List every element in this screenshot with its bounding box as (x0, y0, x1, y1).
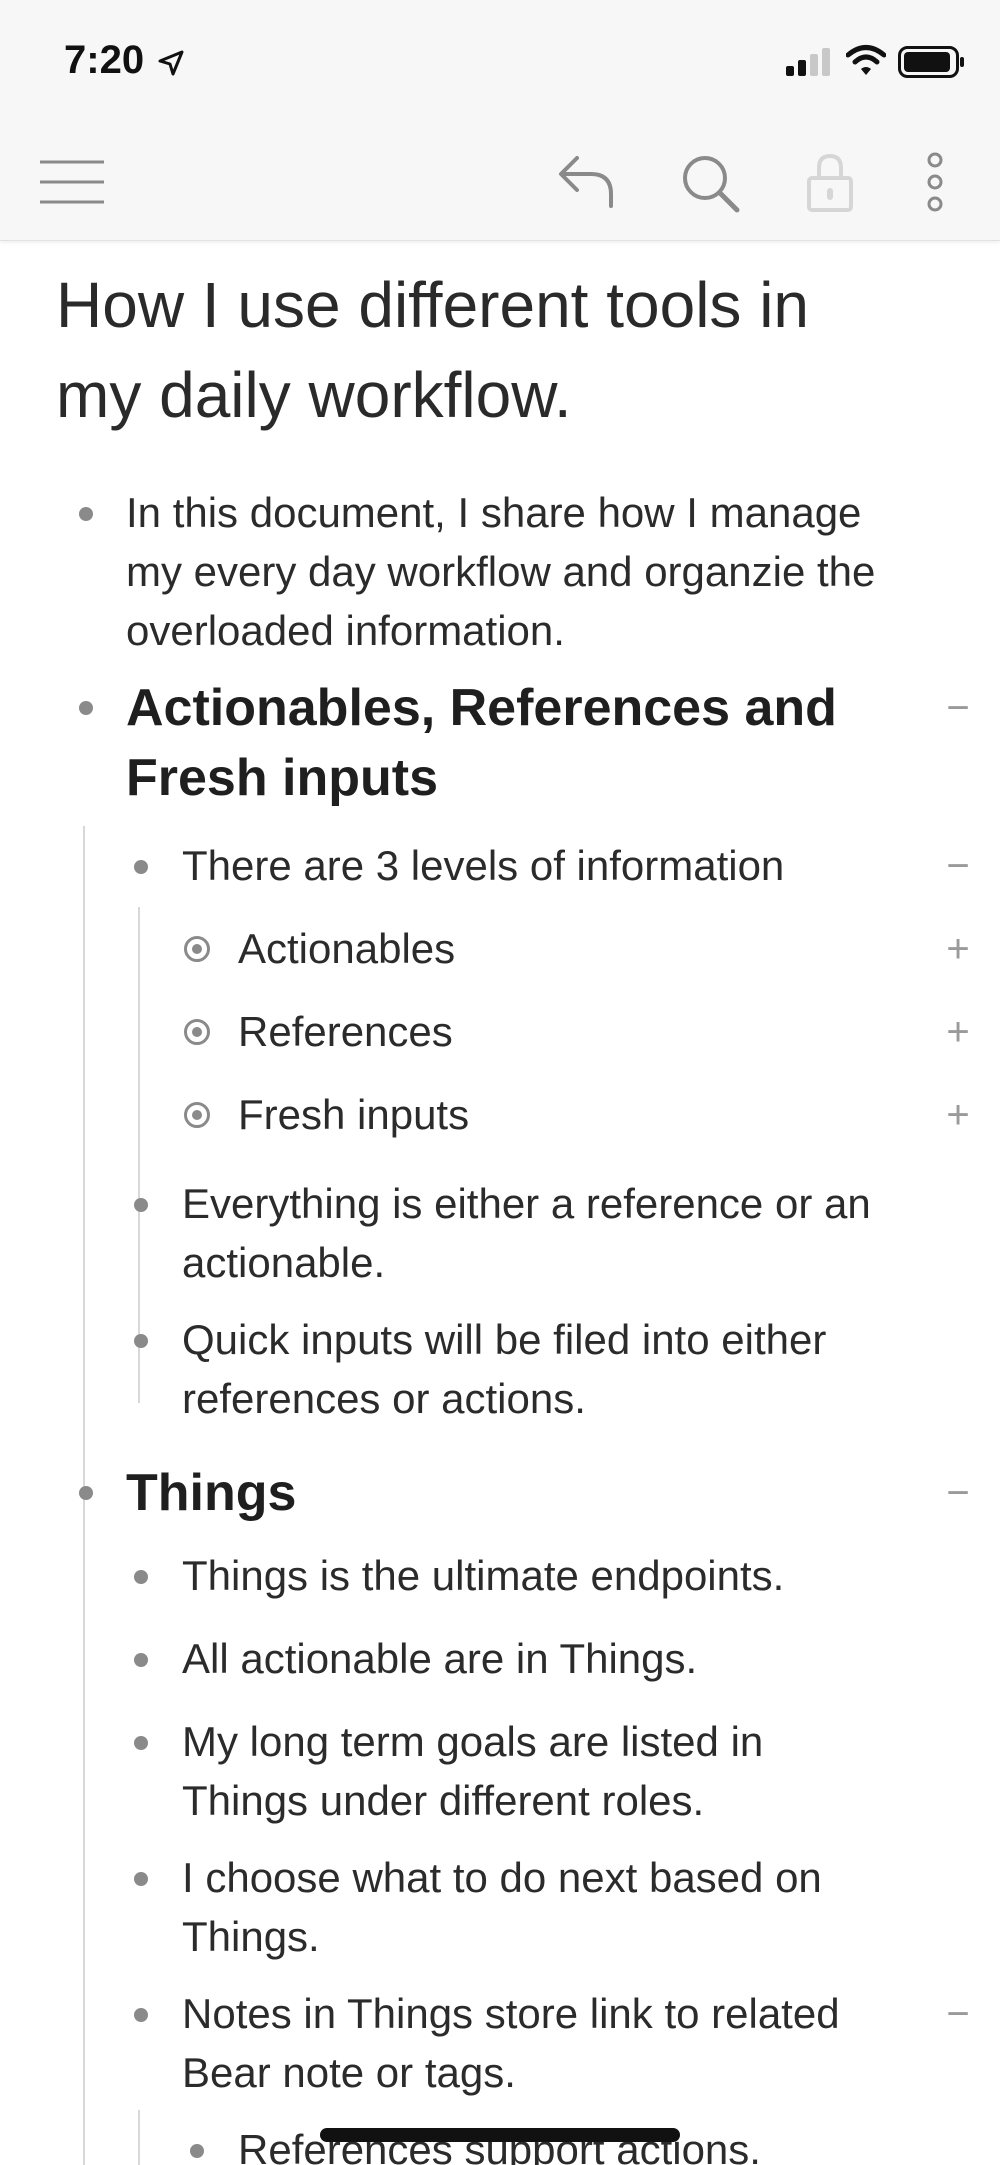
note-title[interactable]: How I use different tools in my daily wo… (56, 260, 876, 440)
collapsed-bullet-icon[interactable] (184, 1102, 210, 1128)
home-indicator[interactable] (320, 2128, 680, 2142)
expand-toggle[interactable]: + (938, 1095, 978, 1135)
expand-toggle[interactable]: + (938, 1012, 978, 1052)
list-item-text[interactable]: Notes in Things store link to related Be… (182, 1984, 922, 2102)
bullet-icon (134, 1872, 148, 1886)
bullet-icon (134, 1653, 148, 1667)
status-time: 7:20 (64, 38, 145, 82)
bullet-icon (134, 1198, 148, 1212)
undo-icon[interactable] (553, 150, 623, 214)
list-item-text[interactable]: Quick inputs will be filed into either r… (182, 1310, 922, 1428)
list-item-text[interactable]: All actionable are in Things. (182, 1629, 922, 1688)
indent-guide (138, 2110, 140, 2165)
list-item-text[interactable]: Fresh inputs (238, 1085, 838, 1144)
collapsed-bullet-icon[interactable] (184, 936, 210, 962)
collapse-toggle[interactable]: − (938, 1994, 978, 2034)
bullet-icon (79, 507, 93, 521)
list-item-text[interactable]: I choose what to do next based on Things… (182, 1848, 882, 1966)
bullet-icon (190, 2144, 204, 2158)
search-icon[interactable] (675, 150, 745, 214)
expand-toggle[interactable]: + (938, 929, 978, 969)
list-item-text[interactable]: Everything is either a reference or an a… (182, 1174, 922, 1292)
list-item-text[interactable]: There are 3 levels of information (182, 836, 902, 895)
bullet-icon (134, 1736, 148, 1750)
bullet-icon (79, 1486, 93, 1500)
cellular-signal-icon (786, 48, 830, 76)
lock-icon[interactable] (795, 150, 865, 214)
indent-guide (83, 1537, 85, 2165)
bullet-icon (134, 1334, 148, 1348)
collapse-toggle[interactable]: − (938, 1473, 978, 1513)
section-heading[interactable]: Actionables, References and Fresh inputs (126, 673, 886, 813)
collapse-toggle[interactable]: − (938, 688, 978, 728)
list-item-text[interactable]: My long term goals are listed in Things … (182, 1712, 882, 1830)
indent-guide (138, 907, 140, 1403)
list-item-text[interactable]: References (238, 1002, 838, 1061)
list-item-text[interactable]: In this document, I share how I manage m… (126, 483, 926, 660)
bullet-icon (134, 860, 148, 874)
note-editor[interactable]: How I use different tools in my daily wo… (0, 240, 1000, 2165)
collapsed-bullet-icon[interactable] (184, 1019, 210, 1045)
battery-icon (898, 46, 964, 78)
wifi-icon (846, 45, 886, 75)
list-item-text[interactable]: Things is the ultimate endpoints. (182, 1546, 922, 1605)
list-item-text[interactable]: Actionables (238, 919, 838, 978)
location-arrow-icon (158, 50, 184, 76)
bullet-icon (134, 2008, 148, 2022)
collapse-toggle[interactable]: − (938, 846, 978, 886)
more-vertical-icon[interactable] (900, 150, 970, 214)
bullet-icon (79, 701, 93, 715)
status-bar: 7:20 (0, 0, 1000, 120)
bullet-icon (134, 1570, 148, 1584)
section-heading[interactable]: Things (126, 1458, 886, 1528)
hamburger-icon[interactable] (38, 150, 108, 214)
list-item-text[interactable]: References support actions. (238, 2120, 918, 2165)
editor-toolbar (0, 120, 1000, 241)
